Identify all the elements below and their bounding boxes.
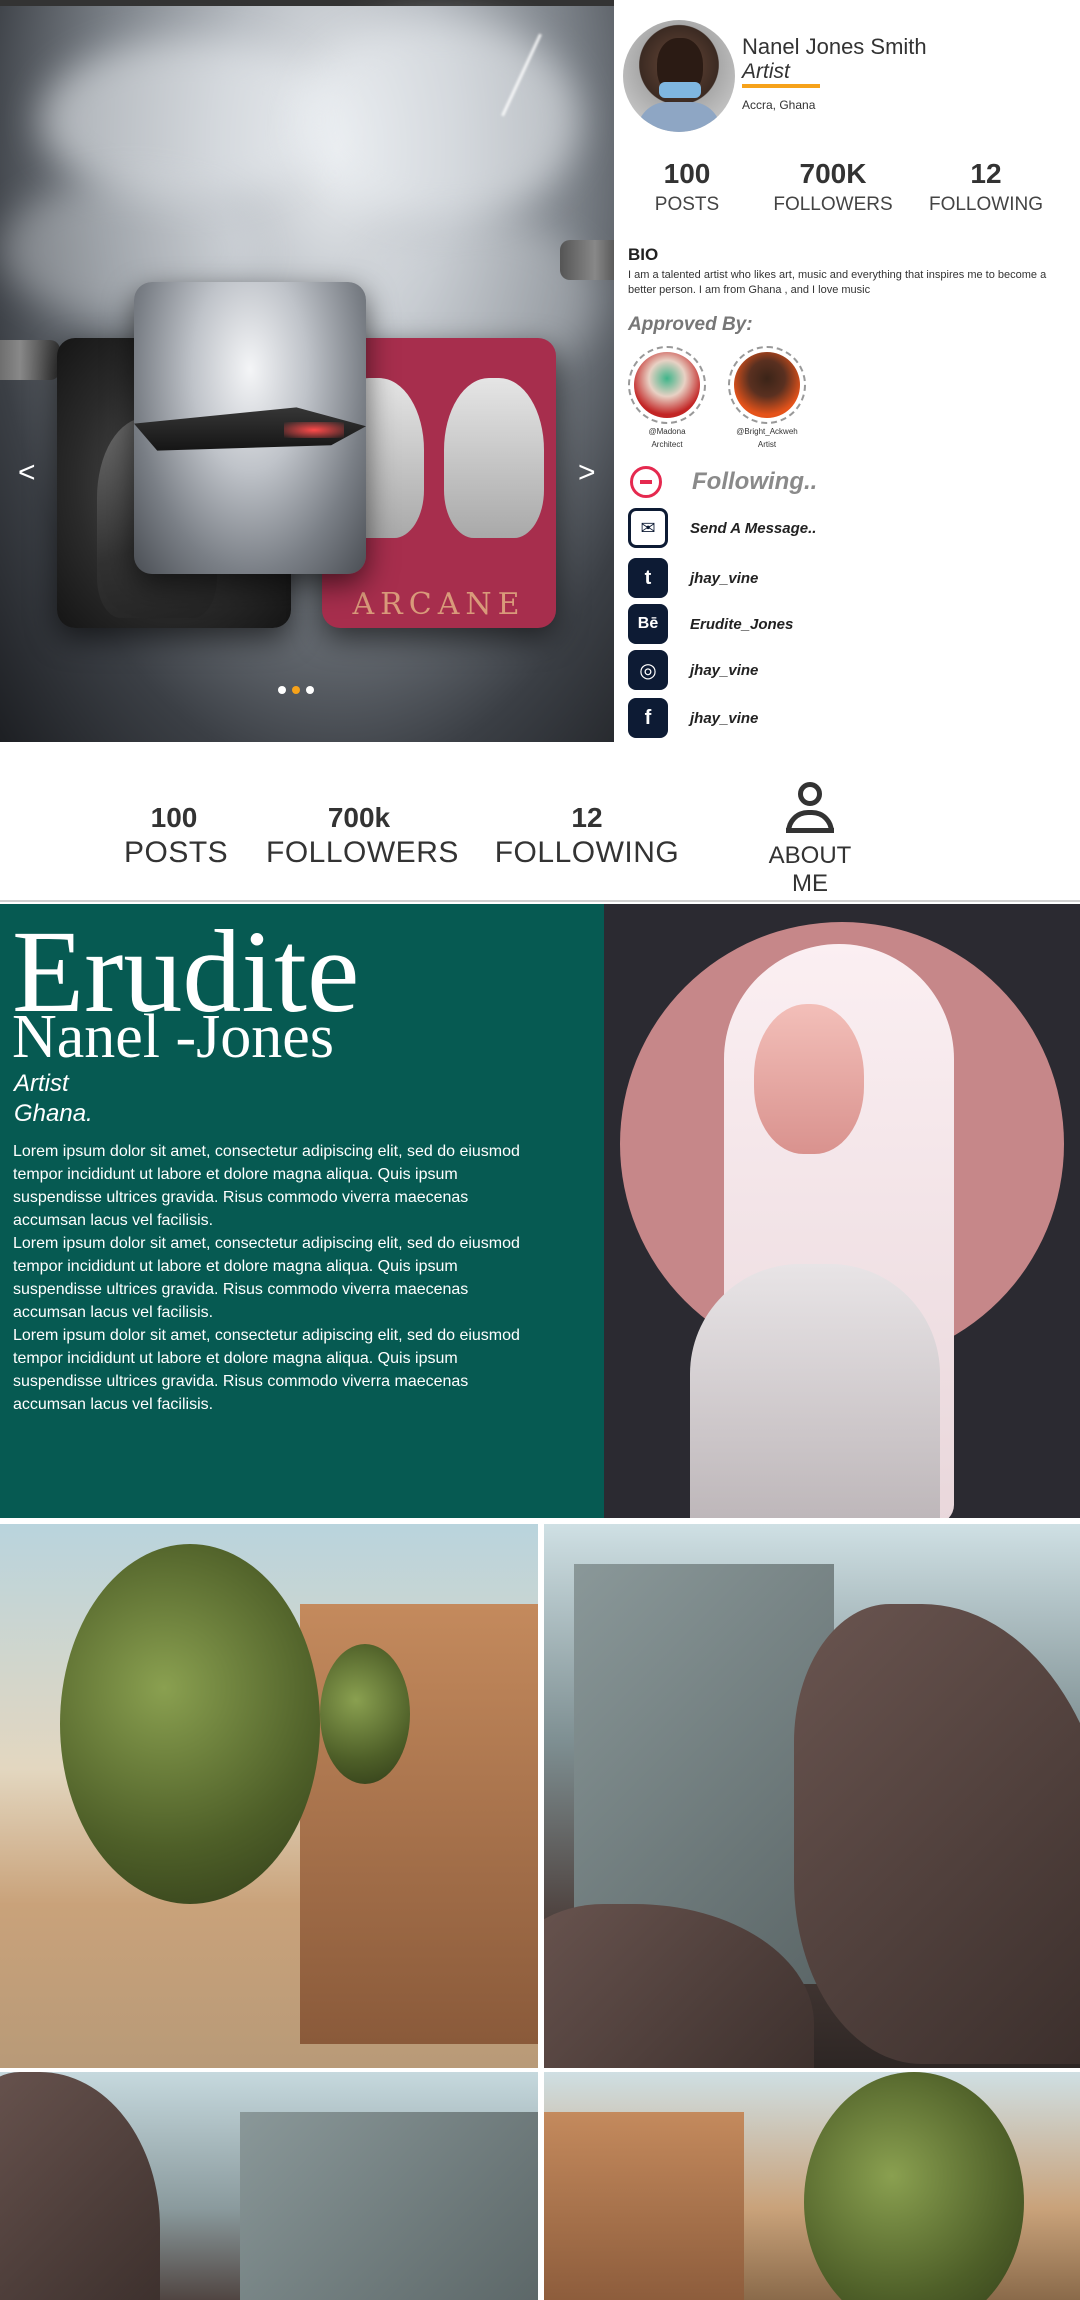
gallery-image[interactable] xyxy=(0,2072,538,2300)
carousel-card-active[interactable] xyxy=(134,282,366,574)
stat-followers[interactable]: 700K FOLLOWERS xyxy=(760,158,906,216)
stat-label: FOLLOWING xyxy=(928,194,1043,215)
following-label: Following.. xyxy=(692,468,818,495)
approver-handle: @Bright_Ackweh xyxy=(736,427,798,436)
instagram-icon: ◎ xyxy=(628,650,668,690)
social-handle: Erudite_Jones xyxy=(690,615,794,633)
about-me-label: ABOUT ME xyxy=(768,842,852,897)
profile-name: Nanel Jones Smith xyxy=(742,34,927,59)
bio-text: I am a talented artist who likes art, mu… xyxy=(628,269,1047,296)
unfollow-icon[interactable] xyxy=(630,466,662,498)
carousel-dots xyxy=(278,686,314,694)
approver-avatar xyxy=(634,352,700,418)
portrait-artwork[interactable] xyxy=(604,904,1080,1518)
user-icon xyxy=(786,782,834,833)
avatar[interactable] xyxy=(623,20,735,132)
about-paragraph: Lorem ipsum dolor sit amet, consectetur … xyxy=(13,1327,520,1413)
gallery-image[interactable] xyxy=(544,1524,1080,2068)
profile-panel: Nanel Jones Smith Artist Accra, Ghana 10… xyxy=(614,0,1080,742)
cloud xyxy=(300,20,580,220)
approver-avatar-ring xyxy=(728,346,806,424)
profile-role: Artist xyxy=(742,60,790,83)
social-facebook[interactable]: f jhay_vine xyxy=(628,698,758,738)
profile-location: Accra, Ghana xyxy=(742,98,816,112)
approver-handle: @Madona xyxy=(648,427,686,436)
profile-stats: 100 POSTS 700K FOLLOWERS 12 FOLLOWING xyxy=(614,158,1080,216)
stat-value: 100 xyxy=(150,802,198,833)
stat-label: POSTS xyxy=(124,836,229,869)
social-instagram[interactable]: ◎ jhay_vine xyxy=(628,650,758,690)
portrait-face xyxy=(754,1004,864,1154)
send-message-label: Send A Message.. xyxy=(690,519,817,537)
stat-label: FOLLOWING xyxy=(494,836,680,869)
about-paragraph: Lorem ipsum dolor sit amet, consectetur … xyxy=(13,1235,520,1321)
stat-following[interactable]: 12 FOLLOWING xyxy=(906,158,1066,216)
social-handle: jhay_vine xyxy=(690,661,759,679)
cloud xyxy=(40,40,340,200)
carousel-dot-active[interactable] xyxy=(292,686,300,694)
carousel-dot[interactable] xyxy=(278,686,286,694)
approver-title: Architect xyxy=(651,440,683,449)
about-role: Artist xyxy=(14,1070,69,1097)
facebook-icon: f xyxy=(628,698,668,738)
behance-icon: Bē xyxy=(628,604,668,644)
hero-carousel: ARCANE < > xyxy=(0,0,614,742)
gallery-image[interactable] xyxy=(0,1524,538,2068)
jet-glow xyxy=(284,422,344,438)
twitter-icon: t xyxy=(628,558,668,598)
social-handle: jhay_vine xyxy=(690,569,759,587)
about-section: Erudite Nanel -Jones Artist Ghana. Lorem… xyxy=(0,904,1080,1518)
about-subtitle: Nanel -Jones xyxy=(12,1003,334,1071)
mail-icon: ✉ xyxy=(628,508,668,548)
social-behance[interactable]: Bē Erudite_Jones xyxy=(628,604,793,644)
gallery-image[interactable] xyxy=(544,2072,1080,2300)
social-twitter[interactable]: t jhay_vine xyxy=(628,558,758,598)
stat-value: 12 xyxy=(970,158,1002,189)
stat-value: 12 xyxy=(571,802,603,833)
stats-bar: 100 POSTS 700k FOLLOWERS 12 FOLLOWING AB… xyxy=(0,742,1080,918)
tab-about-me[interactable]: ABOUT ME xyxy=(752,782,868,918)
about-text-panel: Erudite Nanel -Jones Artist Ghana. Lorem… xyxy=(0,904,604,1518)
bust-art xyxy=(444,378,544,538)
top-bar xyxy=(0,0,614,6)
approver-avatar xyxy=(734,352,800,418)
about-location: Ghana. xyxy=(14,1100,93,1127)
approver-title: Artist xyxy=(757,440,777,449)
stat-label: FOLLOWERS xyxy=(266,836,459,869)
role-underline xyxy=(742,84,820,88)
stat-label: POSTS xyxy=(654,194,720,215)
about-paragraph: Lorem ipsum dolor sit amet, consectetur … xyxy=(13,1143,520,1229)
approver-madona[interactable]: @Madona Architect xyxy=(626,346,708,450)
bio-heading: BIO xyxy=(628,245,659,264)
about-body: Lorem ipsum dolor sit amet, consectetur … xyxy=(13,1140,533,1416)
stat-value: 100 xyxy=(663,158,711,189)
carousel-prev-button[interactable]: < xyxy=(18,456,36,490)
stat-value: 700K xyxy=(799,158,867,189)
statsbar-followers[interactable]: 700k FOLLOWERS xyxy=(266,802,459,870)
approver-avatar-ring xyxy=(628,346,706,424)
stat-label: FOLLOWERS xyxy=(773,194,893,215)
statsbar-posts[interactable]: 100 POSTS xyxy=(124,802,229,870)
approved-heading: Approved By: xyxy=(628,314,753,335)
stat-value: 700k xyxy=(327,802,391,833)
social-handle: jhay_vine xyxy=(690,709,759,727)
carousel-next-button[interactable]: > xyxy=(578,456,596,490)
approver-bright[interactable]: @Bright_Ackweh Artist xyxy=(726,346,808,450)
portrait-body xyxy=(690,1264,940,1518)
spaceship-left xyxy=(0,340,60,380)
spaceship-right xyxy=(560,240,614,280)
stat-posts[interactable]: 100 POSTS xyxy=(614,158,760,216)
card-caption: ARCANE xyxy=(352,587,526,622)
send-message-button[interactable]: ✉ Send A Message.. xyxy=(628,508,816,548)
statsbar-following[interactable]: 12 FOLLOWING xyxy=(490,802,684,870)
carousel-dot[interactable] xyxy=(306,686,314,694)
following-toggle[interactable]: Following.. xyxy=(630,466,817,498)
